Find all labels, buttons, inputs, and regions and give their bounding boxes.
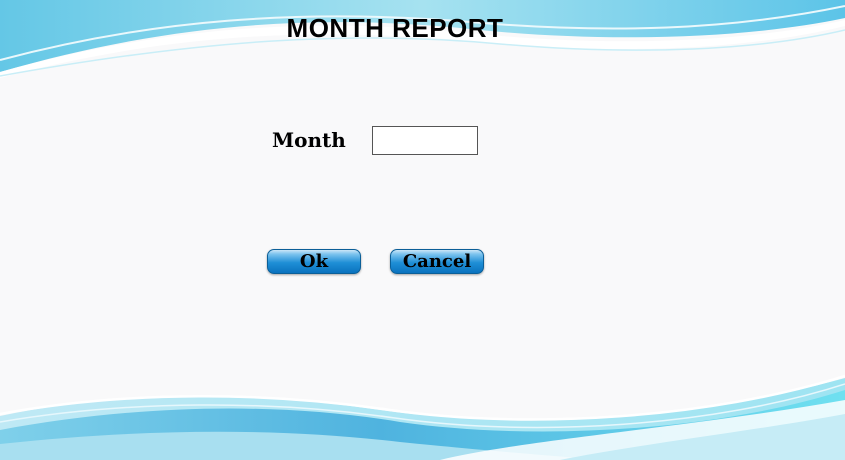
page-title: MONTH REPORT	[286, 13, 504, 43]
month-report-window: MONTH REPORT Month Ok Cancel	[0, 0, 845, 460]
ok-button[interactable]: Ok	[267, 249, 361, 274]
month-input[interactable]	[372, 126, 478, 155]
bottom-wave-decoration	[0, 374, 845, 460]
month-label: Month	[272, 128, 346, 152]
cancel-button[interactable]: Cancel	[390, 249, 484, 274]
